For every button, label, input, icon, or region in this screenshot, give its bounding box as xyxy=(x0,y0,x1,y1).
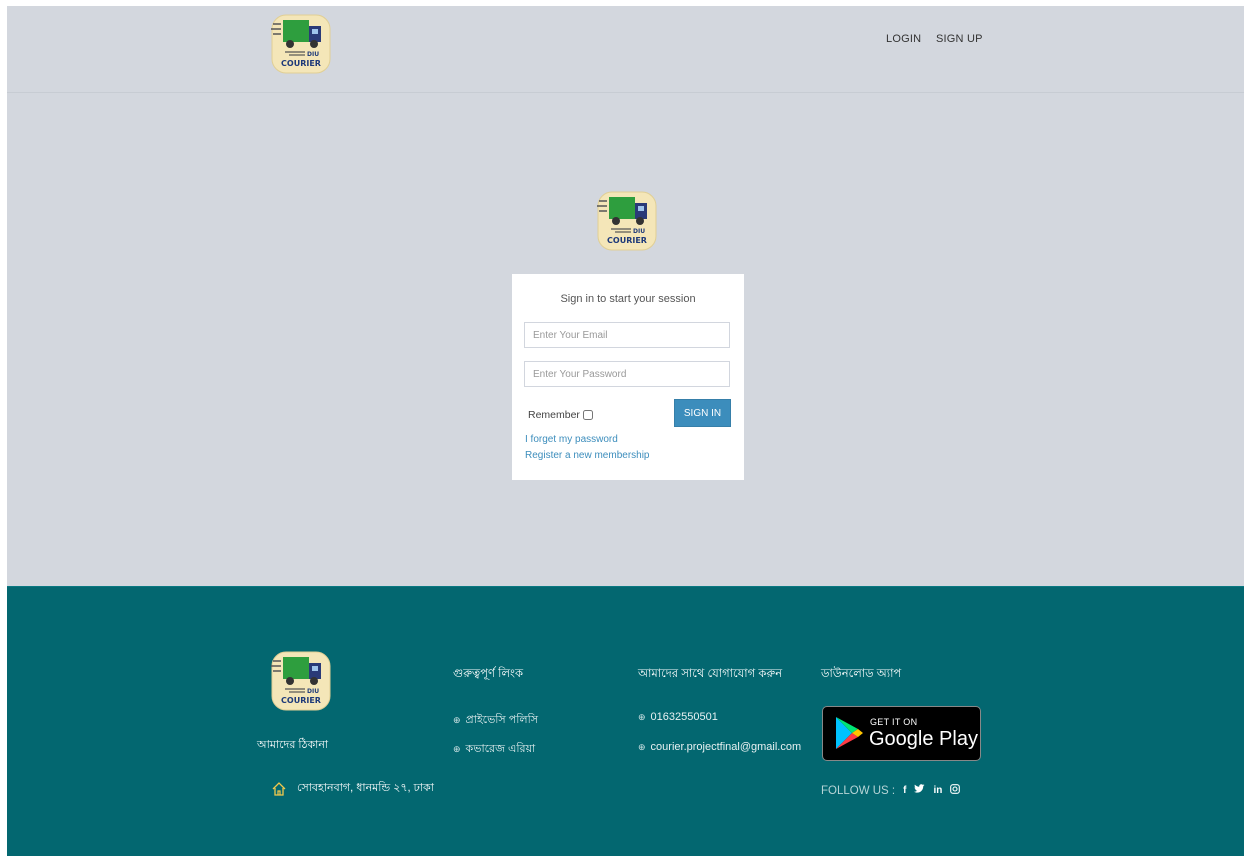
login-section: DIU COURIER Sign in to start your sessio… xyxy=(7,93,1244,586)
svg-text:DIU: DIU xyxy=(633,228,645,235)
top-navbar: DIU COURIER LOGIN SIGN UP xyxy=(7,6,1244,93)
follow-us: FOLLOW US : f in xyxy=(821,784,961,797)
coverage-area-link[interactable]: ⊕ কভারেজ এরিয়া xyxy=(453,740,535,759)
follow-label: FOLLOW US : xyxy=(821,784,896,797)
address-title: আমাদের ঠিকানা xyxy=(257,739,329,751)
footer-logo: DIU COURIER xyxy=(269,649,333,713)
badge-small-text: GET IT ON xyxy=(870,717,918,727)
google-play-badge[interactable]: GET IT ON Google Play xyxy=(822,706,981,761)
login-logo: DIU COURIER xyxy=(595,189,659,253)
bullet-icon: ⊕ xyxy=(638,711,646,722)
forgot-password-link[interactable]: I forget my password xyxy=(525,434,618,445)
page: DIU COURIER LOGIN SIGN UP DIU COURIER Si… xyxy=(7,6,1244,856)
address-row: সোবহানবাগ, ধানমন্ডি ২৭, ঢাকা xyxy=(271,779,434,798)
contact-title: আমাদের সাথে যোগাযোগ করুন xyxy=(638,668,783,680)
coverage-area-label: কভারেজ এরিয়া xyxy=(465,743,536,755)
bullet-icon: ⊕ xyxy=(638,741,646,752)
address-text: সোবহানবাগ, ধানমন্ডি ২৭, ঢাকা xyxy=(297,782,434,794)
phone-text: 01632550501 xyxy=(650,711,718,723)
courier-logo[interactable]: DIU COURIER xyxy=(269,12,333,76)
bullet-icon: ⊕ xyxy=(453,715,461,725)
password-field[interactable] xyxy=(524,361,730,387)
svg-text:DIU: DIU xyxy=(307,51,319,58)
remember-checkbox[interactable] xyxy=(582,410,593,420)
svg-text:COURIER: COURIER xyxy=(281,59,321,68)
remember-label: Remember xyxy=(528,409,580,421)
download-title: ডাউনলোড অ্যাপ xyxy=(821,668,902,680)
svg-text:COURIER: COURIER xyxy=(607,236,647,245)
bullet-icon: ⊕ xyxy=(453,744,461,754)
remember-me[interactable]: Remember xyxy=(528,409,593,421)
nav-login-link[interactable]: LOGIN xyxy=(886,33,921,45)
google-play-icon xyxy=(836,717,863,749)
sign-in-button[interactable]: SIGN IN xyxy=(674,399,731,427)
email-text: courier.projectfinal@gmail.com xyxy=(650,741,802,753)
nav-signup-link[interactable]: SIGN UP xyxy=(936,33,983,45)
email-field[interactable] xyxy=(524,322,730,348)
email-link[interactable]: ⊕ courier.projectfinal@gmail.com xyxy=(638,741,801,753)
badge-big-text: Google Play xyxy=(869,728,978,750)
svg-text:COURIER: COURIER xyxy=(281,696,321,705)
links-title: গুরুত্বপূর্ণ লিংক xyxy=(453,668,524,680)
svg-text:DIU: DIU xyxy=(307,688,319,695)
linkedin-icon[interactable]: in xyxy=(933,785,942,796)
login-box-message: Sign in to start your session xyxy=(560,293,696,305)
instagram-icon[interactable] xyxy=(950,784,961,797)
phone-link[interactable]: ⊕ 01632550501 xyxy=(638,711,718,723)
twitter-icon[interactable] xyxy=(914,784,925,797)
login-box: Sign in to start your session Remember S… xyxy=(512,274,744,480)
privacy-policy-link[interactable]: ⊕ প্রাইভেসি পলিসি xyxy=(453,711,538,730)
register-link[interactable]: Register a new membership xyxy=(525,450,650,461)
privacy-policy-label: প্রাইভেসি পলিসি xyxy=(465,714,538,726)
footer: DIU COURIER আমাদের ঠিকানা সোবহানবাগ, ধান… xyxy=(7,586,1244,856)
home-icon xyxy=(271,781,287,797)
facebook-icon[interactable]: f xyxy=(903,785,906,796)
